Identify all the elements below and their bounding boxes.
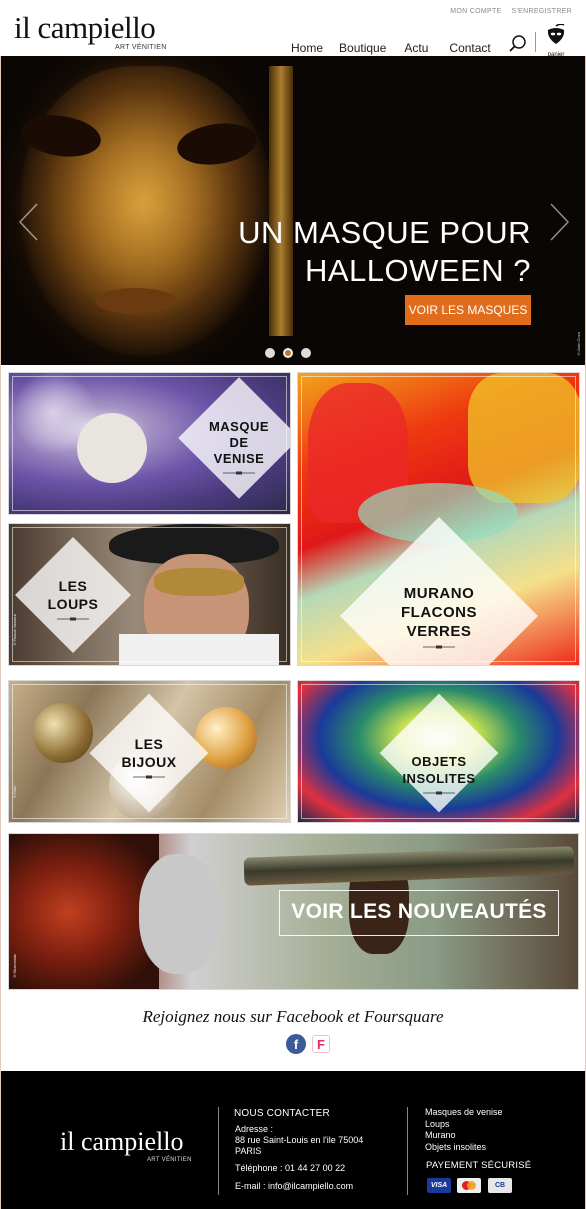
slider-next-icon[interactable] xyxy=(547,202,571,242)
cb-card-icon: CB xyxy=(488,1178,512,1193)
hero-title-line1: UN MASQUE POUR xyxy=(238,215,531,250)
footer-divider xyxy=(218,1107,219,1195)
nav-actu[interactable]: Actu xyxy=(404,41,428,55)
tile-label-line: MURANO xyxy=(403,585,475,602)
footer-logo[interactable]: il campiello xyxy=(60,1129,183,1155)
contact-title: NOUS CONTACTER xyxy=(234,1108,330,1119)
social-invite: Rejoignez nous sur Facebook et Foursquar… xyxy=(142,1007,444,1026)
tile-photo-credit: ©Olim xyxy=(12,786,17,800)
ornament-icon xyxy=(57,617,89,621)
footer-link-murano[interactable]: Murano xyxy=(425,1130,503,1142)
mastercard-card-icon xyxy=(457,1178,481,1193)
register-link[interactable]: S'ENREGISTRER xyxy=(512,8,572,15)
hero-title: UN MASQUE POUR HALLOWEEN ? xyxy=(238,214,531,290)
new-arrivals-banner[interactable]: VOIR LES NOUVEAUTÉS ©Sbarcowitz xyxy=(8,833,579,990)
tile-label-line: DE xyxy=(229,435,249,450)
footer: il campiello ART VÉNITIEN NOUS CONTACTER… xyxy=(1,1071,585,1209)
tile-label-line: VERRES xyxy=(406,623,472,640)
nav-home[interactable]: Home xyxy=(291,41,323,55)
footer-links: Masques de venise Loups Murano Objets in… xyxy=(425,1107,503,1153)
tile-label-line: LES xyxy=(134,736,164,752)
slider-prev-icon[interactable] xyxy=(17,202,41,242)
tile-label-loups: LES LOUPS xyxy=(23,577,123,621)
cart-button[interactable]: panier xyxy=(544,23,568,58)
site-logo-subtitle: ART VÉNITIEN xyxy=(115,44,167,51)
search-icon[interactable] xyxy=(508,34,528,54)
tile-label-line: BIJOUX xyxy=(121,754,177,770)
slider-dot-3[interactable] xyxy=(301,348,311,358)
tile-label-murano: MURANO FLACONS VERRES xyxy=(379,584,499,649)
cart-mask-icon xyxy=(547,23,565,44)
category-tile-masques[interactable]: MASQUE DE VENISE xyxy=(8,372,291,515)
ornament-icon xyxy=(133,775,165,779)
footer-logo-subtitle: ART VÉNITIEN xyxy=(147,1157,192,1163)
category-tile-loups[interactable]: LES LOUPS ©Pascal Vasseur xyxy=(8,523,291,666)
tile-photo-credit: ©Pascal Vasseur xyxy=(12,614,17,647)
footer-link-insolites[interactable]: Objets insolites xyxy=(425,1142,503,1154)
slider-dots xyxy=(265,348,311,358)
address-line2: PARIS xyxy=(235,1146,262,1156)
tile-label-insolites: OBJETS INSOLITES xyxy=(384,753,494,795)
site-logo[interactable]: il campiello xyxy=(14,12,156,43)
hero-mask-lips xyxy=(96,288,176,314)
tile-label-line: LES xyxy=(58,578,88,594)
phone-text: Téléphone : 01 44 27 00 22 xyxy=(235,1163,346,1173)
category-tile-murano[interactable]: MURANO FLACONS VERRES xyxy=(297,372,580,666)
main-nav: Home Boutique Actu Contact xyxy=(291,41,491,55)
banner-photo-credit: ©Sbarcowitz xyxy=(12,954,17,979)
header: il campiello ART VÉNITIEN MON COMPTE S'E… xyxy=(0,0,586,58)
banner-image-mask xyxy=(139,854,219,974)
nav-contact[interactable]: Contact xyxy=(449,41,490,55)
banner-image-telescope xyxy=(243,846,575,886)
ornament-icon xyxy=(423,645,455,649)
my-account-link[interactable]: MON COMPTE xyxy=(450,8,501,15)
banner-image-headdress xyxy=(9,834,159,989)
ornament-icon xyxy=(423,791,455,795)
tile-label-line: FLACONS xyxy=(401,604,477,621)
category-tile-bijoux[interactable]: LES BIJOUX ©Olim xyxy=(8,680,291,823)
header-divider xyxy=(535,32,536,52)
tile-label-line: INSOLITES xyxy=(402,771,476,786)
visa-card-icon: VISA xyxy=(427,1178,451,1193)
hero-photo-credit: ©Alain Goza xyxy=(576,332,581,357)
payment-title: PAYEMENT SÉCURISÉ xyxy=(426,1160,532,1171)
footer-divider xyxy=(407,1107,408,1195)
tile-label-line: LOUPS xyxy=(47,596,99,612)
tile-label-line: MASQUE xyxy=(208,419,270,434)
facebook-icon[interactable]: f xyxy=(286,1034,306,1054)
tile-label-line: OBJETS xyxy=(411,754,467,769)
tile-label-line: VENISE xyxy=(213,451,265,466)
footer-link-loups[interactable]: Loups xyxy=(425,1119,503,1131)
slider-dot-1[interactable] xyxy=(265,348,275,358)
hero-mask-tassel xyxy=(269,66,293,336)
hero-slider: UN MASQUE POUR HALLOWEEN ? VOIR LES MASQ… xyxy=(1,56,585,365)
category-tile-insolites[interactable]: OBJETS INSOLITES xyxy=(297,680,580,823)
ornament-icon xyxy=(223,471,255,475)
slider-dot-2[interactable] xyxy=(283,348,293,358)
mastercard-circle xyxy=(467,1181,476,1190)
tile-label-masques: MASQUE DE VENISE xyxy=(189,419,289,475)
account-links: MON COMPTE S'ENREGISTRER xyxy=(450,8,572,15)
foursquare-icon[interactable]: F xyxy=(312,1035,330,1053)
new-arrivals-label[interactable]: VOIR LES NOUVEAUTÉS xyxy=(279,900,559,924)
nav-boutique[interactable]: Boutique xyxy=(339,41,386,55)
hero-title-line2: HALLOWEEN ? xyxy=(304,253,531,288)
address-label: Adresse : xyxy=(235,1124,274,1134)
see-masks-button[interactable]: VOIR LES MASQUES xyxy=(405,295,531,325)
email-link[interactable]: E-mail : info@ilcampiello.com xyxy=(235,1181,353,1191)
tile-label-bijoux: LES BIJOUX xyxy=(99,735,199,779)
footer-link-masques[interactable]: Masques de venise xyxy=(425,1107,503,1119)
address-line1: 88 rue Saint-Louis en l'ile 75004 xyxy=(235,1135,364,1145)
